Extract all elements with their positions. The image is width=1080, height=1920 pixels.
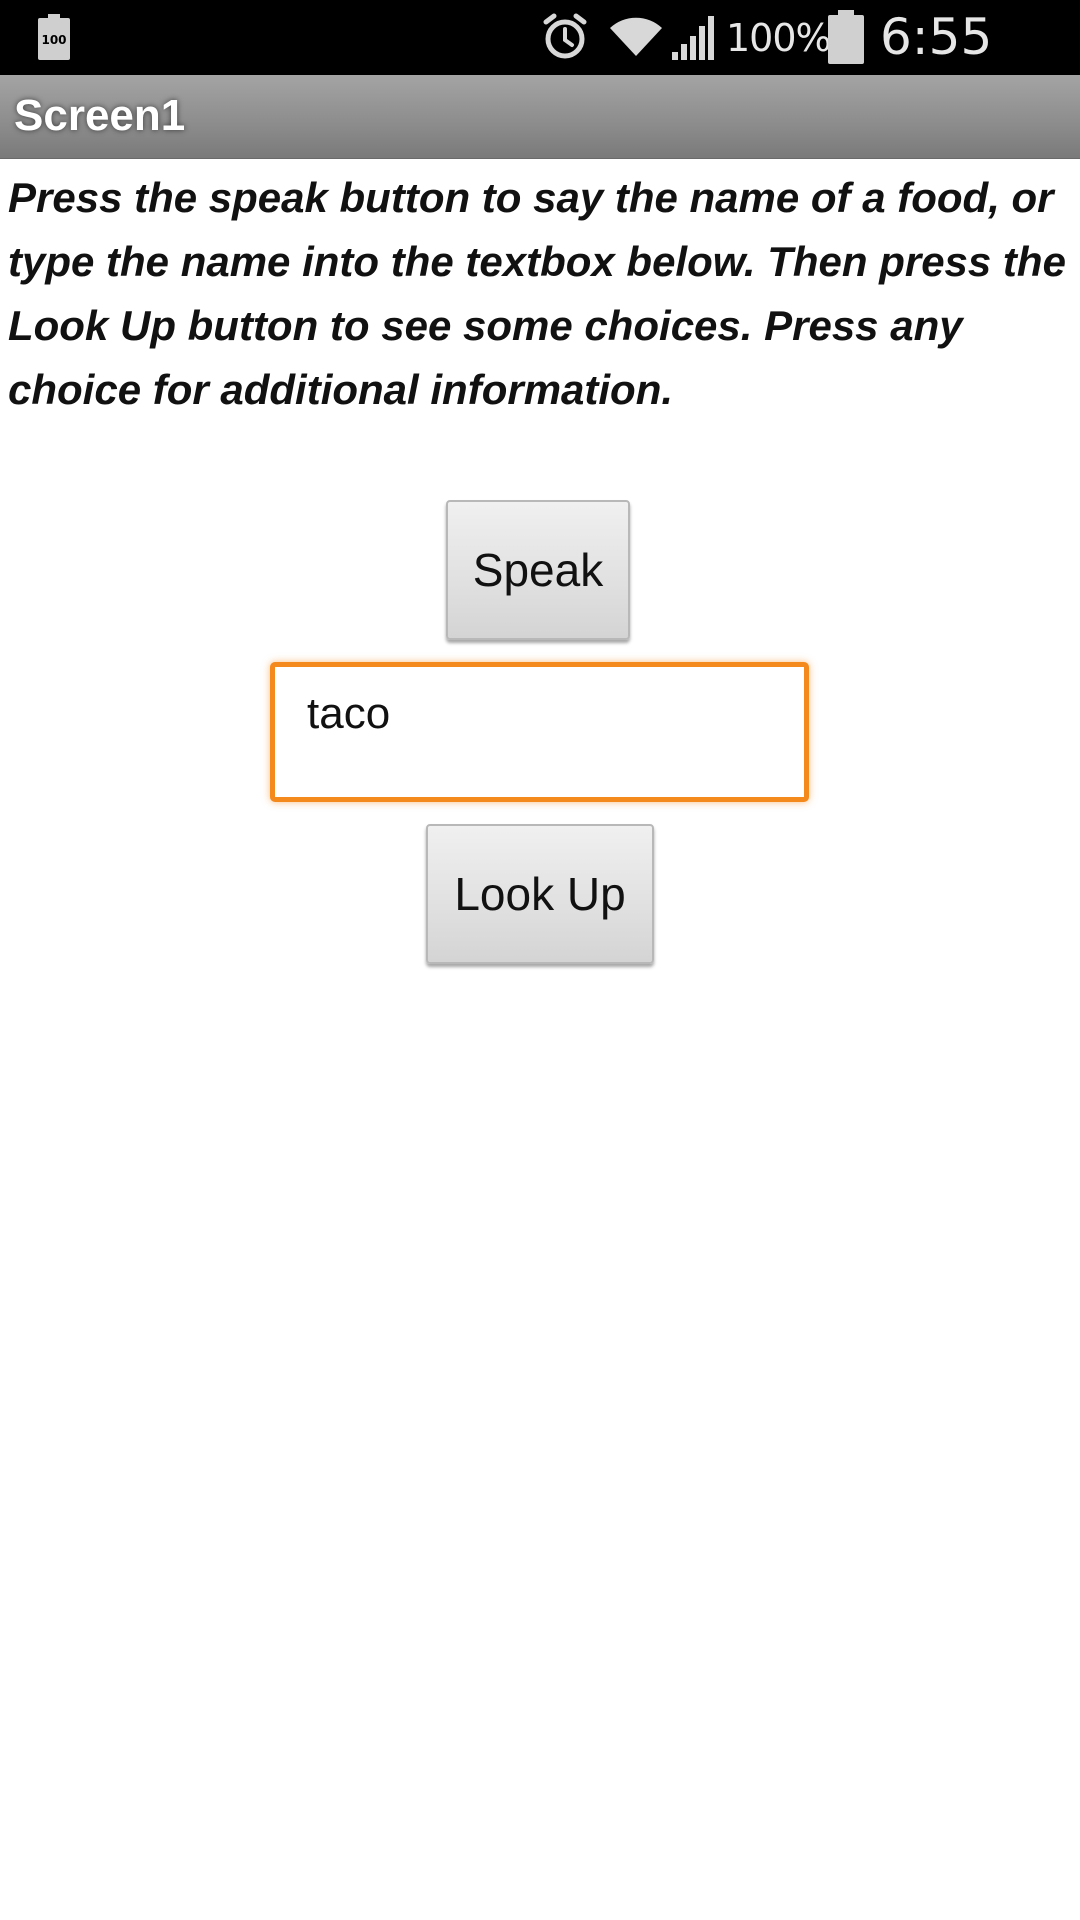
speak-button-label: Speak: [472, 544, 604, 596]
alarm-icon: [543, 13, 587, 59]
battery-icon: [828, 10, 864, 64]
look-up-button[interactable]: Look Up: [426, 824, 654, 964]
battery-saver-label: 100: [41, 33, 66, 47]
status-bar: 100 100% 6:55 AM: [0, 0, 1080, 124]
screen-title: Screen1: [14, 91, 186, 140]
speak-button[interactable]: Speak: [446, 500, 630, 640]
look-up-button-label: Look Up: [454, 868, 626, 920]
food-textbox[interactable]: taco: [270, 662, 809, 802]
food-textbox-value: taco: [307, 689, 391, 738]
instructions-text: Press the speak button to say the name o…: [8, 174, 1066, 413]
battery-saver-icon: 100: [38, 14, 70, 60]
battery-percent: 100%: [726, 16, 832, 60]
signal-icon: [672, 16, 714, 60]
wifi-icon: [610, 17, 662, 56]
title-bar: Screen1: [0, 75, 1080, 159]
